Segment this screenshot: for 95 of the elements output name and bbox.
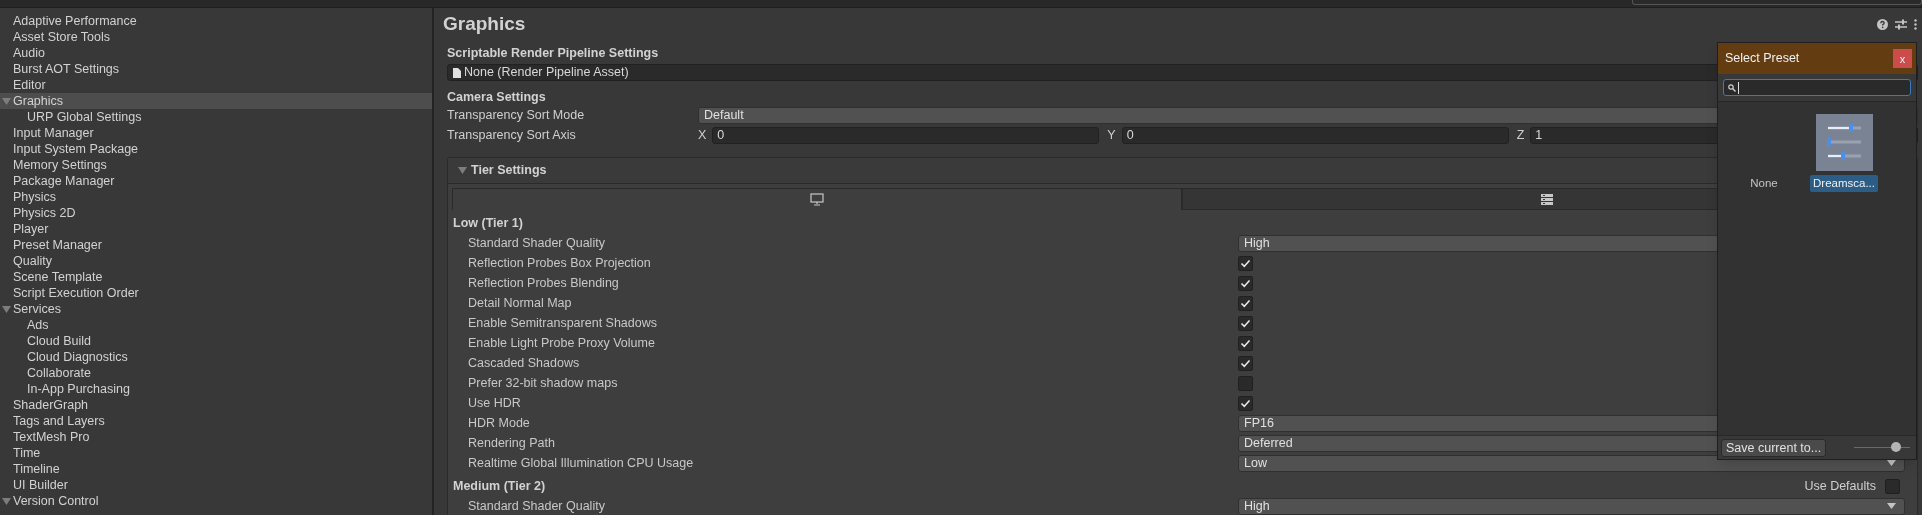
axis-label: Y [1107, 126, 1116, 144]
sidebar-item[interactable]: Input System Package [0, 141, 432, 157]
sidebar-item[interactable]: Player [0, 221, 432, 237]
check-icon [1240, 277, 1251, 289]
expanded-arrow-icon[interactable] [2, 304, 11, 314]
sidebar-item[interactable]: Physics 2D [0, 205, 432, 221]
preset-label[interactable]: Dreamsca... [1810, 175, 1878, 193]
sidebar-item[interactable]: Quality [0, 253, 432, 269]
sidebar-item[interactable]: TextMesh Pro [0, 429, 432, 445]
sidebar-item[interactable]: Ads [0, 317, 432, 333]
checkbox[interactable] [1238, 395, 1253, 411]
preset-thumbnail[interactable] [1815, 114, 1873, 171]
checkbox[interactable] [1238, 375, 1253, 391]
sidebar-item[interactable]: In-App Purchasing [0, 381, 432, 397]
save-button[interactable]: Save current to... [1721, 438, 1827, 457]
setting-label: Detail Normal Map [468, 294, 573, 312]
search-field[interactable] [1632, 0, 1922, 5]
setting-label: Rendering Path [468, 434, 556, 452]
sidebar-item[interactable]: Physics [0, 189, 432, 205]
sidebar-item[interactable]: Collaborate [0, 365, 432, 381]
setting-label: Cascaded Shadows [468, 354, 581, 372]
sidebar-item[interactable]: Input Manager [0, 125, 432, 141]
sidebar-item[interactable]: UI Builder [0, 477, 432, 493]
axis-label: X [698, 126, 707, 144]
slider-thumb[interactable] [1891, 442, 1901, 452]
search-icon [1728, 83, 1736, 92]
search-field[interactable] [1723, 79, 1911, 96]
sidebar-item[interactable]: Timeline [0, 461, 432, 477]
sidebar-item[interactable]: Services [0, 301, 432, 317]
setting-label: Enable Light Probe Proxy Volume [468, 334, 656, 352]
sidebar-item[interactable]: Tags and Layers [0, 413, 432, 429]
field-label: Transparency Sort Axis [447, 126, 577, 144]
number-field[interactable]: 0 [712, 126, 1100, 144]
check-icon [1240, 317, 1251, 329]
section-heading: Camera Settings [447, 89, 546, 105]
dropdown[interactable]: High [1238, 497, 1905, 515]
setting-label: HDR Mode [468, 414, 531, 432]
page-title: Graphics [443, 11, 526, 36]
axis-label: Z [1516, 126, 1525, 144]
preset-label[interactable]: None [1747, 175, 1781, 193]
monitor-icon [810, 193, 824, 206]
check-icon [1240, 397, 1251, 409]
close-button[interactable]: x [1893, 49, 1912, 68]
sliders-icon[interactable] [1895, 18, 1907, 30]
foldout-title[interactable]: Tier Settings [471, 161, 547, 180]
sidebar-item[interactable]: Script Execution Order [0, 285, 432, 301]
dropdown[interactable]: Low [1238, 454, 1905, 472]
sidebar-item[interactable]: Cloud Diagnostics [0, 349, 432, 365]
sidebar-item[interactable]: Version Control [0, 493, 432, 509]
check-icon [1240, 297, 1251, 309]
checkbox-label: Use Defaults [1804, 477, 1876, 495]
checkbox[interactable] [1238, 335, 1253, 351]
menu-icon[interactable] [1914, 18, 1917, 30]
checkbox[interactable] [1238, 355, 1253, 371]
sidebar-item[interactable]: Time [0, 445, 432, 461]
field-label: Transparency Sort Mode [447, 106, 586, 124]
sidebar-item[interactable]: Adaptive Performance [0, 13, 432, 29]
setting-label: Reflection Probes Blending [468, 274, 620, 292]
check-icon [1240, 337, 1251, 349]
sidebar-item[interactable]: Memory Settings [0, 157, 432, 173]
tier-heading: Low (Tier 1) [453, 214, 523, 232]
server-icon [1540, 192, 1554, 206]
caret-icon [1887, 503, 1896, 509]
setting-label: Use HDR [468, 394, 522, 412]
sidebar-item[interactable]: Preset Manager [0, 237, 432, 253]
checkbox[interactable] [1238, 275, 1253, 291]
setting-label: Standard Shader Quality [468, 497, 606, 515]
sidebar-item[interactable]: Audio [0, 45, 432, 61]
tier-heading: Medium (Tier 2) [453, 477, 546, 495]
check-icon [1240, 257, 1251, 269]
section-heading: Scriptable Render Pipeline Settings [447, 45, 659, 61]
setting-label: Standard Shader Quality [468, 234, 606, 252]
help-icon[interactable] [1877, 18, 1888, 30]
sidebar-item[interactable]: Burst AOT Settings [0, 61, 432, 77]
sidebar-item[interactable]: Package Manager [0, 173, 432, 189]
setting-label: Prefer 32-bit shadow maps [468, 374, 619, 392]
checkbox[interactable] [1238, 255, 1253, 271]
sidebar-item[interactable]: URP Global Settings [0, 109, 432, 125]
sidebar-item[interactable]: Editor [0, 77, 432, 93]
setting-label: Enable Semitransparent Shadows [468, 314, 658, 332]
file-icon [453, 67, 461, 78]
check-icon [1240, 357, 1251, 369]
checkbox[interactable] [1238, 295, 1253, 311]
setting-label: Reflection Probes Box Projection [468, 254, 652, 272]
sidebar-item[interactable]: Asset Store Tools [0, 29, 432, 45]
number-field[interactable]: 0 [1121, 126, 1509, 144]
sidebar-item[interactable]: ShaderGraph [0, 397, 432, 413]
sidebar-item[interactable]: Scene Template [0, 269, 432, 285]
checkbox[interactable] [1885, 478, 1900, 494]
sidebar-item[interactable]: Graphics [0, 93, 432, 109]
sidebar-item[interactable]: Cloud Build [0, 333, 432, 349]
expanded-arrow-icon[interactable] [2, 496, 11, 506]
checkbox[interactable] [1238, 315, 1253, 331]
expanded-arrow-icon[interactable] [458, 166, 467, 175]
setting-label: Realtime Global Illumination CPU Usage [468, 454, 695, 472]
